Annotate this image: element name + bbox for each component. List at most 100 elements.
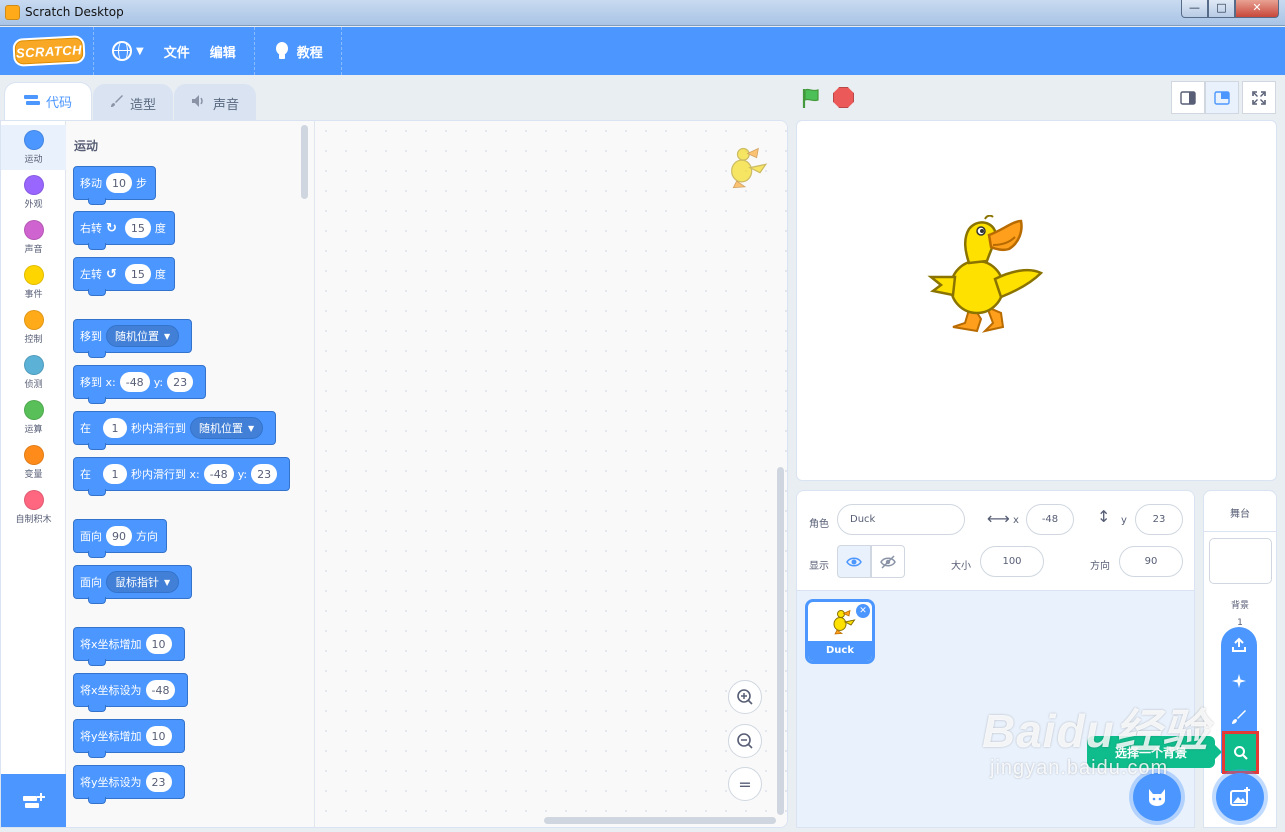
block-set-x[interactable]: 将x坐标设为 -48 bbox=[73, 673, 189, 712]
direction-input[interactable]: 90 bbox=[106, 526, 132, 546]
block-glide-xy[interactable]: 在 1 秒内滑行到 x: -48 y: 23 bbox=[73, 457, 291, 496]
normal-stage-button[interactable] bbox=[1205, 81, 1239, 114]
category-sensing[interactable]: 侦测 bbox=[1, 350, 66, 395]
add-extension-button[interactable] bbox=[1, 774, 66, 827]
file-menu[interactable]: 文件 bbox=[154, 27, 200, 75]
category-menu: 运动 外观 声音 事件 控制 侦测 运算 变量 自制积木 bbox=[1, 121, 66, 827]
category-dot bbox=[23, 310, 44, 330]
palette-scrollbar[interactable] bbox=[301, 125, 308, 199]
choose-sprite-button[interactable] bbox=[1133, 773, 1181, 821]
y-input[interactable]: 23 bbox=[167, 372, 194, 392]
change-y-input[interactable]: 10 bbox=[145, 726, 172, 746]
scripts-vertical-scrollbar[interactable] bbox=[777, 467, 784, 815]
small-stage-button[interactable] bbox=[1171, 81, 1205, 114]
sparkle-icon bbox=[1232, 674, 1246, 688]
block-point-towards[interactable]: 面向 鼠标指针 ▼ bbox=[73, 565, 193, 604]
zoom-reset-button[interactable]: = bbox=[728, 767, 762, 801]
dropdown-value: 随机位置 bbox=[199, 422, 243, 435]
delete-sprite-button[interactable]: ✕ bbox=[856, 604, 870, 618]
scripts-area[interactable]: = bbox=[316, 121, 787, 827]
zoom-out-icon bbox=[737, 733, 753, 749]
dropdown-value: 鼠标指针 bbox=[115, 576, 159, 589]
x-input[interactable]: -48 bbox=[119, 372, 150, 392]
sprite-card-duck[interactable]: ✕ Duck bbox=[805, 599, 875, 664]
minimize-button[interactable]: — bbox=[1181, 0, 1208, 18]
x-label: x bbox=[1013, 515, 1019, 526]
block-move-steps[interactable]: 移动 10 步 bbox=[73, 166, 156, 205]
steps-input[interactable]: 10 bbox=[106, 173, 132, 193]
category-motion[interactable]: 运动 bbox=[1, 125, 66, 170]
sprite-name-input[interactable]: Duck bbox=[837, 504, 965, 535]
degrees-input[interactable]: 15 bbox=[124, 264, 151, 284]
category-my-blocks[interactable]: 自制积木 bbox=[1, 485, 66, 530]
direction-input[interactable]: 90 bbox=[1119, 546, 1183, 577]
size-input[interactable]: 100 bbox=[980, 546, 1044, 577]
block-text: 度 bbox=[154, 268, 166, 281]
category-label: 运算 bbox=[24, 425, 43, 435]
set-y-input[interactable]: 23 bbox=[145, 772, 172, 792]
goto-target-dropdown[interactable]: 随机位置 ▼ bbox=[106, 325, 180, 347]
block-change-x[interactable]: 将x坐标增加 10 bbox=[73, 627, 185, 666]
upload-backdrop-button[interactable] bbox=[1221, 629, 1257, 661]
eye-slash-icon bbox=[880, 554, 896, 569]
block-glide[interactable]: 在 1 秒内滑行到 随机位置 ▼ bbox=[73, 411, 277, 450]
close-button[interactable]: ✕ bbox=[1235, 0, 1279, 18]
block-go-to-xy[interactable]: 移到 x: -48 y: 23 bbox=[73, 365, 207, 404]
duck-sprite[interactable] bbox=[925, 215, 1049, 343]
zoom-out-button[interactable] bbox=[728, 724, 762, 758]
block-text: 将y坐标设为 bbox=[80, 776, 142, 789]
block-text: 度 bbox=[154, 222, 166, 235]
category-dot bbox=[23, 400, 44, 420]
tab-code[interactable]: 代码 bbox=[4, 82, 92, 120]
y-input[interactable]: 23 bbox=[251, 464, 278, 484]
degrees-input[interactable]: 15 bbox=[124, 218, 151, 238]
menu-divider bbox=[93, 27, 94, 75]
block-palette: 运动 移动 10 步 右转 ↻ 15 度 左转 ↺ 15 度 移到 随机位置 ▼ … bbox=[66, 121, 315, 827]
y-position-input[interactable]: 23 bbox=[1135, 504, 1183, 535]
x-position-input[interactable]: -48 bbox=[1026, 504, 1074, 535]
tutorials-menu[interactable]: 教程 bbox=[263, 27, 333, 75]
towards-target-dropdown[interactable]: 鼠标指针 ▼ bbox=[106, 571, 180, 593]
seconds-input[interactable]: 1 bbox=[103, 464, 127, 484]
stage-thumbnail[interactable] bbox=[1209, 538, 1272, 584]
surprise-backdrop-button[interactable] bbox=[1221, 665, 1257, 697]
stage-canvas[interactable] bbox=[796, 120, 1277, 481]
language-menu[interactable]: ▼ bbox=[102, 27, 154, 75]
cat-face-icon bbox=[1149, 789, 1165, 806]
scripts-horizontal-scrollbar[interactable] bbox=[544, 817, 776, 824]
stop-button[interactable] bbox=[833, 87, 854, 108]
set-x-input[interactable]: -48 bbox=[145, 680, 176, 700]
category-sound[interactable]: 声音 bbox=[1, 215, 66, 260]
category-looks[interactable]: 外观 bbox=[1, 170, 66, 215]
block-turn-right[interactable]: 右转 ↻ 15 度 bbox=[73, 211, 175, 250]
zoom-in-button[interactable] bbox=[728, 680, 762, 714]
edit-menu[interactable]: 编辑 bbox=[200, 27, 246, 75]
category-control[interactable]: 控制 bbox=[1, 305, 66, 350]
block-change-y[interactable]: 将y坐标增加 10 bbox=[73, 719, 185, 758]
tab-costumes[interactable]: 造型 bbox=[93, 84, 173, 121]
tab-sounds[interactable]: 声音 bbox=[174, 84, 256, 121]
dropdown-arrow-icon: ▼ bbox=[164, 331, 171, 341]
glide-target-dropdown[interactable]: 随机位置 ▼ bbox=[190, 417, 264, 439]
change-x-input[interactable]: 10 bbox=[145, 634, 172, 654]
category-variables[interactable]: 变量 bbox=[1, 440, 66, 485]
block-turn-left[interactable]: 左转 ↺ 15 度 bbox=[73, 257, 175, 296]
sprite-info-panel: 角色 Duck ⟷ x -48 ↕ y 23 显示 大小 100 方向 90 bbox=[797, 491, 1194, 591]
block-go-to[interactable]: 移到 随机位置 ▼ bbox=[73, 319, 193, 358]
hide-sprite-button[interactable] bbox=[871, 545, 905, 578]
category-events[interactable]: 事件 bbox=[1, 260, 66, 305]
green-flag-button[interactable] bbox=[800, 87, 822, 109]
category-operators[interactable]: 运算 bbox=[1, 395, 66, 440]
choose-backdrop-fab[interactable] bbox=[1216, 773, 1264, 821]
block-point-direction[interactable]: 面向 90 方向 bbox=[73, 519, 167, 558]
show-sprite-button[interactable] bbox=[837, 545, 871, 578]
fullscreen-button[interactable] bbox=[1242, 81, 1276, 114]
block-text: 面向 bbox=[80, 576, 102, 589]
maximize-button[interactable]: □ bbox=[1208, 0, 1235, 18]
paint-backdrop-button[interactable] bbox=[1221, 701, 1257, 733]
x-input[interactable]: -48 bbox=[203, 464, 234, 484]
scratch-logo[interactable]: SCRATCH bbox=[12, 35, 86, 67]
choose-backdrop-button[interactable] bbox=[1222, 731, 1259, 774]
block-set-y[interactable]: 将y坐标设为 23 bbox=[73, 765, 185, 804]
seconds-input[interactable]: 1 bbox=[103, 418, 127, 438]
